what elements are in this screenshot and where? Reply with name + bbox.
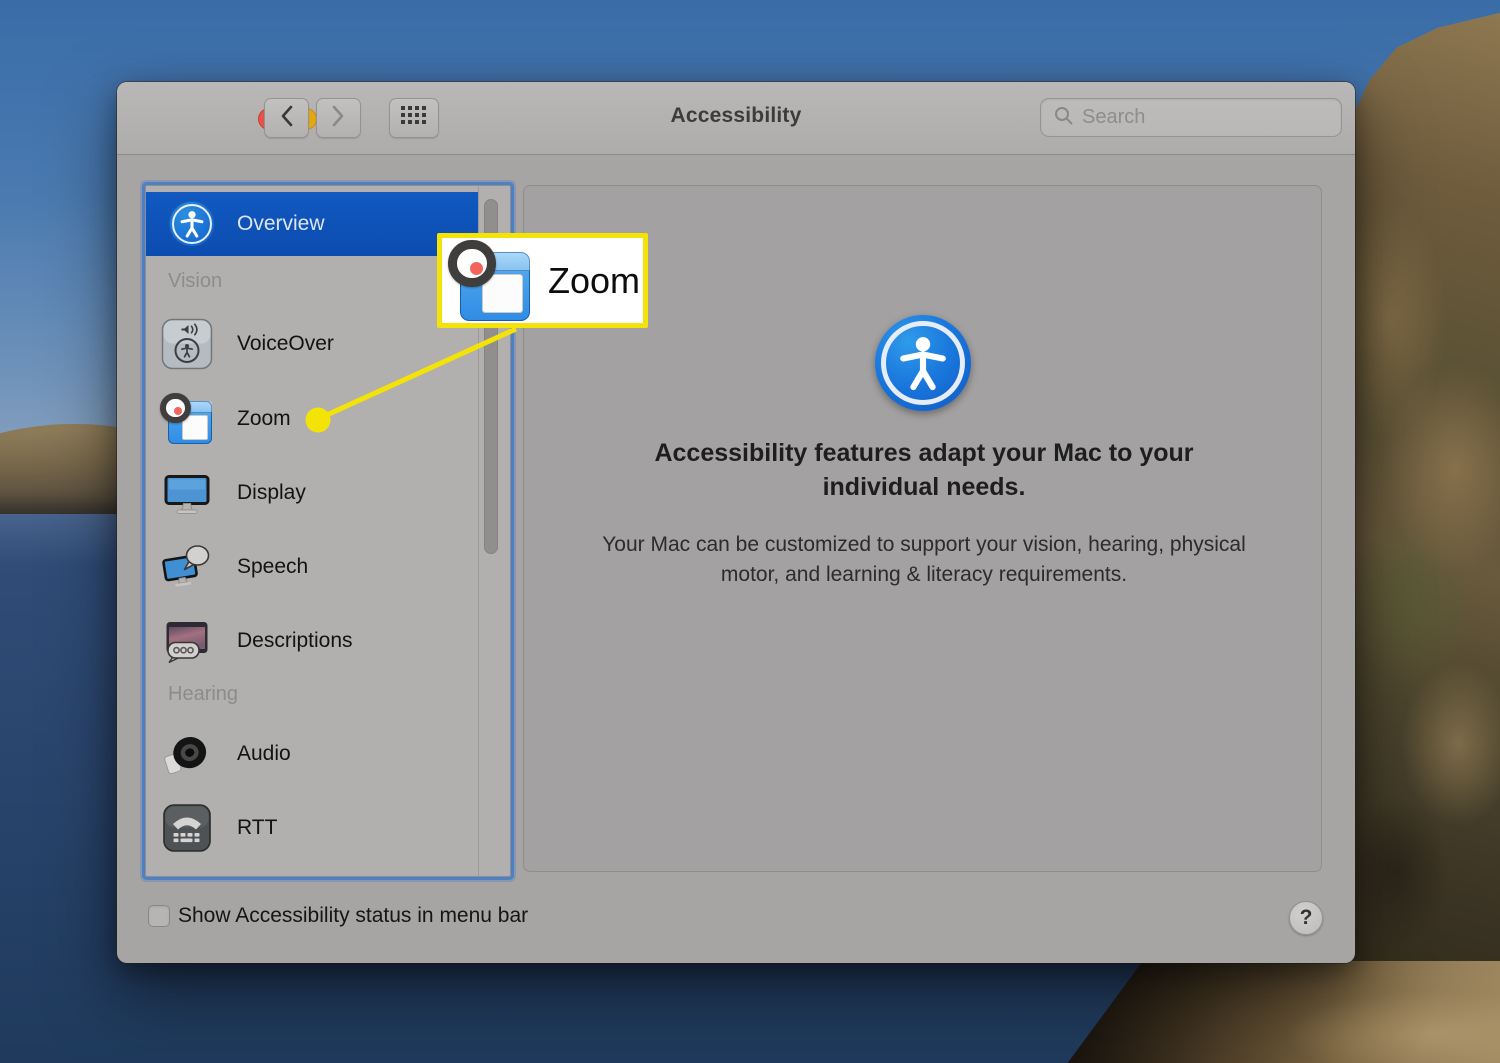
sidebar-item-label: RTT — [237, 816, 277, 840]
accessibility-person-icon — [169, 201, 215, 247]
zoom-magnifier-window-icon — [449, 240, 531, 322]
search-input[interactable] — [1082, 99, 1347, 136]
search-field[interactable] — [1040, 98, 1342, 137]
sidebar-item-audio[interactable]: Audio — [146, 725, 478, 783]
checkbox-label[interactable]: Show Accessibility status in menu bar — [178, 904, 528, 928]
rtt-phone-icon — [161, 802, 213, 854]
sidebar-item-voiceover[interactable]: VoiceOver — [146, 315, 478, 373]
sidebar-section-vision: Vision — [168, 270, 222, 293]
sidebar-section-hearing: Hearing — [168, 683, 238, 706]
sidebar-item-speech[interactable]: Speech — [146, 538, 478, 596]
display-monitor-icon — [161, 467, 213, 519]
sidebar-item-descriptions[interactable]: Descriptions — [146, 612, 478, 670]
callout-label: Zoom — [548, 260, 640, 302]
descriptions-monitor-bubble-icon — [161, 615, 213, 667]
help-button[interactable]: ? — [1289, 901, 1323, 935]
sidebar-item-overview[interactable]: Overview — [146, 192, 478, 256]
sidebar-item-label: Display — [237, 481, 306, 505]
sidebar-item-rtt[interactable]: RTT — [146, 799, 478, 857]
sidebar-item-label: Zoom — [237, 407, 291, 431]
sidebar-item-label: Overview — [237, 212, 325, 236]
sidebar-item-label: VoiceOver — [237, 332, 334, 356]
sidebar-item-display[interactable]: Display — [146, 464, 478, 522]
sidebar-item-zoom[interactable]: Zoom — [146, 390, 478, 448]
wallpaper-cliff — [1352, 0, 1500, 1063]
voiceover-icon — [161, 318, 213, 370]
search-icon — [1053, 105, 1074, 131]
system-preferences-window: Accessibility Overview Vision — [117, 82, 1355, 963]
desktop-background: Accessibility Overview Vision — [0, 0, 1500, 1063]
sidebar-item-label: Descriptions — [237, 629, 353, 653]
sidebar-item-label: Audio — [237, 742, 291, 766]
accessibility-person-icon — [875, 315, 971, 411]
speech-monitor-bubble-icon — [161, 541, 213, 593]
callout-zoom: Zoom — [437, 233, 648, 328]
overview-heading: Accessibility features adapt your Mac to… — [604, 436, 1244, 504]
show-accessibility-status-checkbox[interactable] — [148, 905, 170, 927]
speaker-icon — [161, 728, 213, 780]
zoom-magnifier-window-icon — [161, 393, 213, 445]
titlebar: Accessibility — [117, 82, 1355, 155]
sidebar-item-label: Speech — [237, 555, 308, 579]
overview-description: Your Mac can be customized to support yo… — [572, 530, 1276, 590]
